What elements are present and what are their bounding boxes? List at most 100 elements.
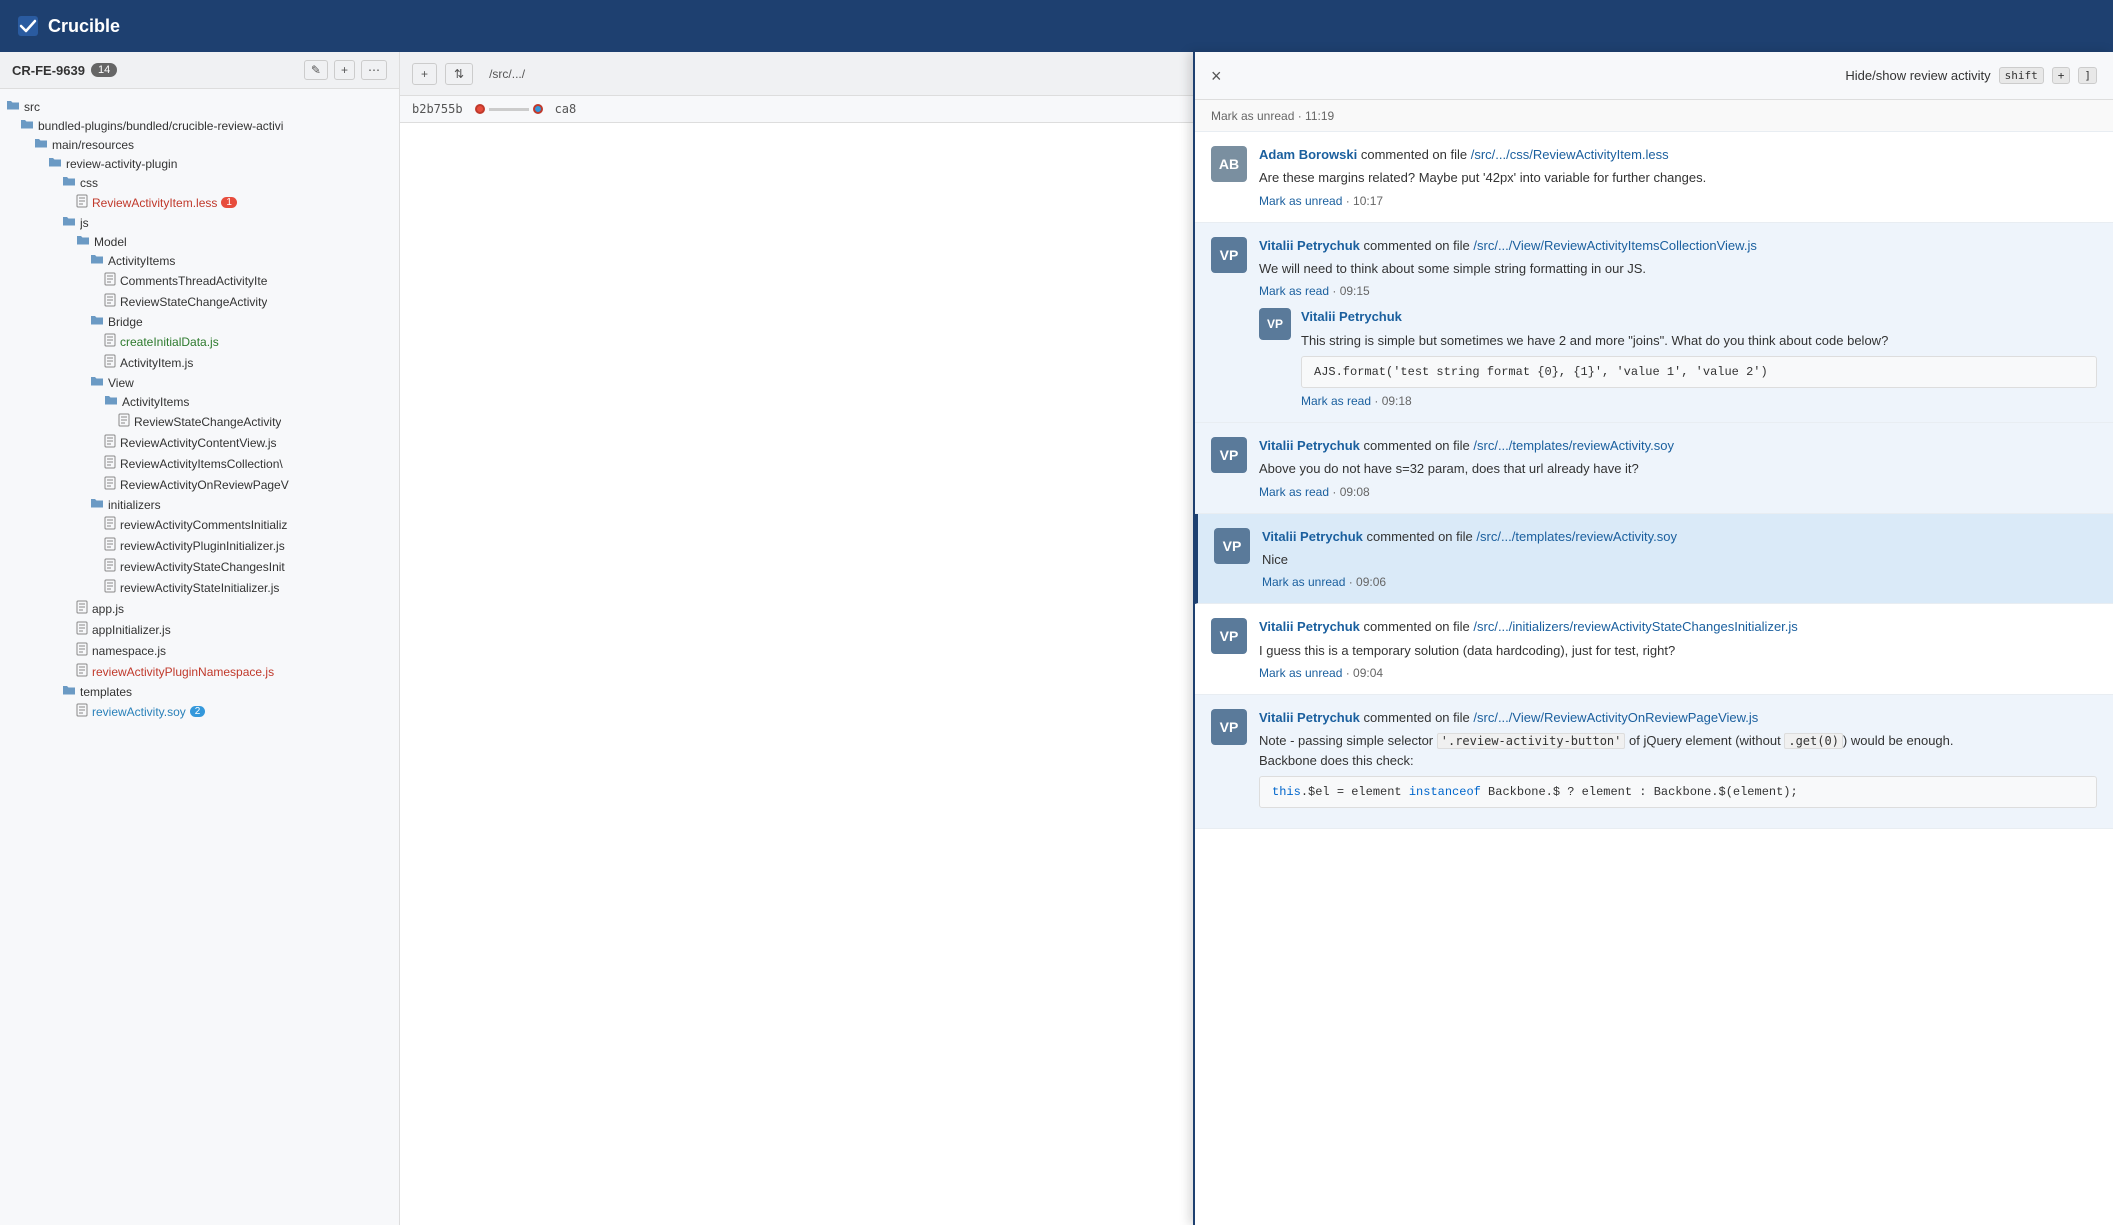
tree-item[interactable]: ReviewActivityContentView.js: [0, 432, 399, 453]
file-icon: [76, 194, 88, 211]
shortcut-shift: shift: [1999, 67, 2044, 84]
tree-item[interactable]: initializers: [0, 495, 399, 514]
app-logo[interactable]: Crucible: [16, 14, 120, 38]
tree-item[interactable]: reviewActivityCommentsInitializ: [0, 514, 399, 535]
more-options-button[interactable]: ⋯: [361, 60, 387, 80]
avatar: VP: [1211, 437, 1247, 473]
activity-file-link[interactable]: /src/.../initializers/reviewActivityStat…: [1473, 619, 1797, 634]
tree-item[interactable]: reviewActivityPluginInitializer.js: [0, 535, 399, 556]
activity-author[interactable]: Adam Borowski: [1259, 147, 1357, 162]
mark-read-link[interactable]: Mark as read: [1259, 485, 1329, 499]
tree-label: reviewActivityPluginInitializer.js: [120, 539, 285, 553]
tree-item[interactable]: src: [0, 97, 399, 116]
mark-read-link-sub[interactable]: Mark as read: [1301, 394, 1371, 408]
tree-item[interactable]: reviewActivityStateInitializer.js: [0, 577, 399, 598]
add-item-button[interactable]: +: [334, 60, 355, 80]
tree-item[interactable]: appInitializer.js: [0, 619, 399, 640]
tree-item[interactable]: reviewActivityStateChangesInit: [0, 556, 399, 577]
edit-review-button[interactable]: ✎: [304, 60, 328, 80]
tree-item[interactable]: ActivityItems: [0, 251, 399, 270]
tree-item[interactable]: js: [0, 213, 399, 232]
tree-label: ReviewStateChangeActivity: [120, 295, 267, 309]
tree-label: reviewActivityStateInitializer.js: [120, 581, 279, 595]
sidebar-actions: ✎ + ⋯: [304, 60, 387, 80]
activity-content: Vitalii Petrychuk commented on file /src…: [1259, 237, 2097, 408]
activity-file-link[interactable]: /src/.../View/ReviewActivityItemsCollect…: [1473, 238, 1756, 253]
tree-item[interactable]: app.js: [0, 598, 399, 619]
tree-item[interactable]: View: [0, 373, 399, 392]
activity-author[interactable]: Vitalii Petrychuk: [1259, 619, 1360, 634]
tree-item[interactable]: reviewActivity.soy2: [0, 701, 399, 722]
tree-item[interactable]: main/resources: [0, 135, 399, 154]
activity-header-line: Vitalii Petrychuk commented on file /src…: [1259, 237, 2097, 255]
tree-item[interactable]: ReviewActivityItemsCollection\: [0, 453, 399, 474]
diff-nav-button[interactable]: ⇅: [445, 63, 473, 85]
activity-header-line: Vitalii Petrychuk commented on file /src…: [1259, 709, 2097, 727]
tree-item[interactable]: ReviewActivityOnReviewPageV: [0, 474, 399, 495]
sub-author-line: Vitalii Petrychuk: [1301, 308, 2097, 326]
activity-description: commented on file: [1364, 619, 1474, 634]
review-badge: 14: [91, 63, 117, 77]
tree-item[interactable]: CommentsThreadActivityIte: [0, 270, 399, 291]
tree-item[interactable]: ReviewStateChangeActivity: [0, 411, 399, 432]
file-icon: [104, 476, 116, 493]
tree-item[interactable]: ActivityItem.js: [0, 352, 399, 373]
folder-icon: [90, 497, 104, 512]
activity-file-link[interactable]: /src/.../templates/reviewActivity.soy: [1476, 529, 1677, 544]
avatar: VP: [1214, 528, 1250, 564]
tree-item[interactable]: bundled-plugins/bundled/crucible-review-…: [0, 116, 399, 135]
mark-unread-link[interactable]: Mark as unread: [1262, 575, 1345, 589]
mark-unread-link[interactable]: Mark as unread: [1259, 194, 1342, 208]
tree-item[interactable]: createInitialData.js: [0, 331, 399, 352]
close-panel-button[interactable]: ×: [1211, 67, 1222, 85]
activity-body: Above you do not have s=32 param, does t…: [1259, 459, 2097, 479]
activity-file-link[interactable]: /src/.../View/ReviewActivityOnReviewPage…: [1473, 710, 1758, 725]
diff-dot-start: [475, 104, 485, 114]
activity-body: Note - passing simple selector '.review-…: [1259, 731, 2097, 770]
tree-label: reviewActivityStateChangesInit: [120, 560, 285, 574]
file-icon: [104, 333, 116, 350]
file-icon: [76, 600, 88, 617]
tree-item[interactable]: reviewActivityPluginNamespace.js: [0, 661, 399, 682]
mark-unread-link[interactable]: Mark as unread: [1259, 666, 1342, 680]
tree-item[interactable]: ReviewStateChangeActivity: [0, 291, 399, 312]
activity-author[interactable]: Vitalii Petrychuk: [1259, 710, 1360, 725]
tree-label: ReviewActivityItemsCollection\: [120, 457, 283, 471]
activity-header-line: Vitalii Petrychuk commented on file /src…: [1259, 618, 2097, 636]
crucible-logo-icon: [16, 14, 40, 38]
activity-description: commented on file: [1364, 238, 1474, 253]
top-navigation: Crucible: [0, 0, 2113, 52]
tree-label: bundled-plugins/bundled/crucible-review-…: [38, 119, 283, 133]
diff-line: [489, 108, 529, 111]
diff-dot-end: [533, 104, 543, 114]
tree-item[interactable]: ActivityItems: [0, 392, 399, 411]
activity-author[interactable]: Vitalii Petrychuk: [1262, 529, 1363, 544]
tree-item[interactable]: namespace.js: [0, 640, 399, 661]
tree-item[interactable]: ReviewActivityItem.less1: [0, 192, 399, 213]
tree-item[interactable]: review-activity-plugin: [0, 154, 399, 173]
activity-description: commented on file: [1364, 438, 1474, 453]
add-comment-button[interactable]: +: [412, 63, 437, 85]
tree-item[interactable]: css: [0, 173, 399, 192]
app-name: Crucible: [48, 16, 120, 37]
activity-author[interactable]: Vitalii Petrychuk: [1259, 438, 1360, 453]
diff-slider[interactable]: [475, 104, 543, 114]
tree-item[interactable]: Model: [0, 232, 399, 251]
tree-label: app.js: [92, 602, 124, 616]
activity-author[interactable]: Vitalii Petrychuk: [1259, 238, 1360, 253]
folder-icon: [90, 253, 104, 268]
sub-author[interactable]: Vitalii Petrychuk: [1301, 309, 1402, 324]
shortcut-plus: +: [2052, 67, 2071, 84]
tree-item[interactable]: Bridge: [0, 312, 399, 331]
activity-content: Vitalii Petrychuk commented on file /src…: [1259, 437, 2097, 499]
activity-file-link[interactable]: /src/.../css/ReviewActivityItem.less: [1471, 147, 1669, 162]
tree-label: ActivityItems: [108, 254, 175, 268]
folder-icon: [48, 156, 62, 171]
panel-title-area: ×: [1211, 67, 1222, 85]
activity-file-link[interactable]: /src/.../templates/reviewActivity.soy: [1473, 438, 1674, 453]
sub-comment: VP Vitalii Petrychuk This string is simp…: [1259, 308, 2097, 408]
folder-icon: [20, 118, 34, 133]
tree-item[interactable]: templates: [0, 682, 399, 701]
sidebar-header: CR-FE-9639 14 ✎ + ⋯: [0, 52, 399, 89]
mark-read-link[interactable]: Mark as read: [1259, 284, 1329, 298]
